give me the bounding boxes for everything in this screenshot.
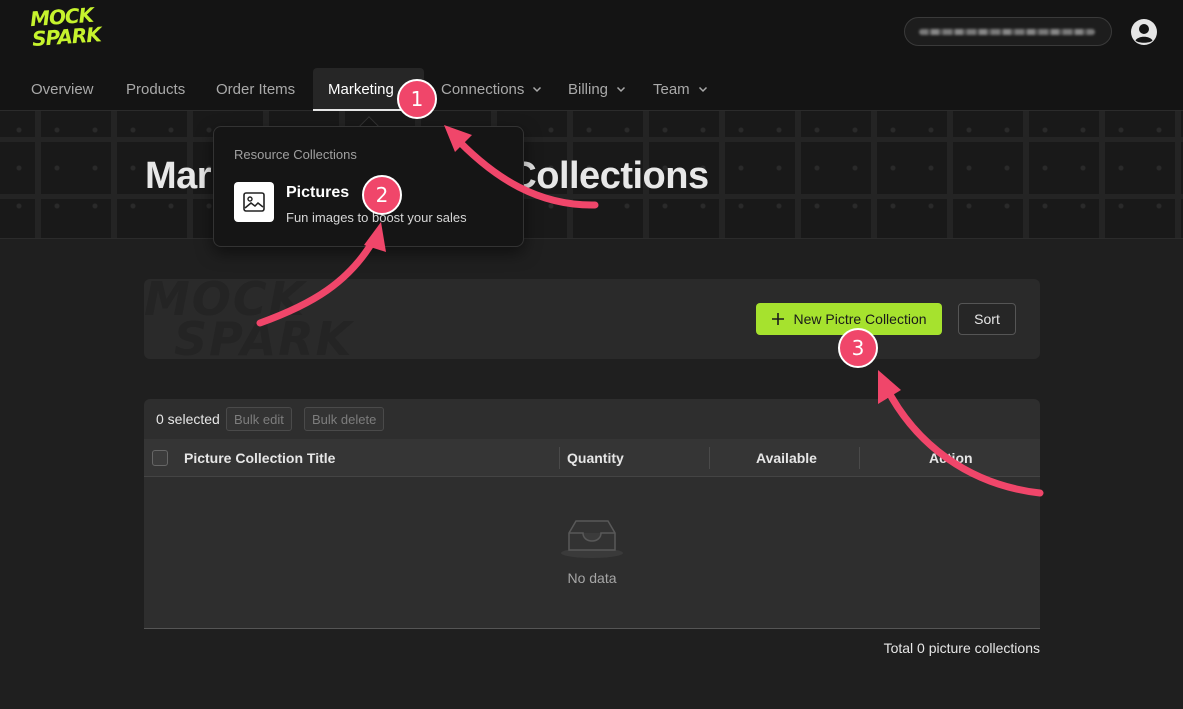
table-header: Picture Collection Title Quantity Availa…: [144, 439, 1040, 477]
column-divider: [709, 447, 710, 469]
user-avatar-icon[interactable]: [1130, 18, 1158, 46]
selected-count: 0 selected: [156, 411, 220, 427]
empty-inbox-icon: [561, 520, 623, 558]
table-bottom-border: [144, 628, 1040, 629]
collections-table: 0 selected Bulk edit Bulk delete Picture…: [144, 399, 1040, 629]
new-button-label: New Pictre Collection: [793, 311, 927, 327]
nav-item-team[interactable]: Team: [653, 68, 708, 110]
plus-icon: [772, 313, 785, 325]
dropdown-item-pictures[interactable]: Pictures: [286, 184, 349, 202]
bulk-edit-button[interactable]: Bulk edit: [226, 407, 292, 431]
chevron-down-icon: [698, 86, 707, 93]
account-switcher[interactable]: [904, 17, 1112, 46]
nav-label: Team: [653, 80, 690, 98]
nav-label: Overview: [31, 80, 94, 98]
nav-item-overview[interactable]: Overview: [31, 68, 94, 110]
nav-item-connections[interactable]: Connections: [441, 68, 542, 110]
nav-label: Marketing: [328, 80, 394, 98]
annotation-badge-3: 3: [838, 328, 878, 368]
sort-button[interactable]: Sort: [958, 303, 1016, 335]
watermark-logo: MOCK SPARK: [144, 279, 353, 359]
bulk-delete-button[interactable]: Bulk delete: [304, 407, 385, 431]
chevron-down-icon: [533, 86, 542, 93]
nav-label: Products: [126, 80, 186, 98]
column-divider: [859, 447, 860, 469]
select-all-checkbox[interactable]: [152, 450, 168, 466]
bulk-actions-bar: 0 selected Bulk edit Bulk delete: [144, 399, 1040, 439]
nav-label: Billing: [568, 80, 609, 98]
nav-item-products[interactable]: Products: [126, 68, 185, 110]
column-available[interactable]: Available: [756, 450, 817, 466]
annotation-badge-2: 2: [362, 175, 402, 215]
image-icon[interactable]: [234, 182, 274, 222]
column-action: Action: [929, 450, 973, 466]
annotation-badge-1: 1: [397, 79, 437, 119]
dropdown-group-label: Resource Collections: [234, 147, 357, 162]
page-hero: Marketing Resource Collections: [0, 111, 1183, 239]
column-quantity[interactable]: Quantity: [567, 450, 624, 466]
nav-item-order-items[interactable]: Order Items: [216, 68, 295, 110]
chevron-down-icon: [617, 86, 626, 93]
watermark-line-2: SPARK: [174, 312, 354, 359]
top-header: MOCK SPARK Overview Products Order Items…: [0, 0, 1183, 111]
nav-label: Order Items: [216, 80, 296, 98]
nav-item-billing[interactable]: Billing: [568, 68, 626, 110]
blurred-account-name: [919, 28, 1095, 35]
empty-state-text: No data: [567, 570, 617, 586]
nav-label: Connections: [441, 80, 525, 98]
column-divider: [559, 447, 560, 469]
logo-line-2: SPARK: [31, 22, 102, 52]
mockspark-logo[interactable]: MOCK SPARK: [29, 3, 120, 54]
total-count: Total 0 picture collections: [883, 640, 1040, 656]
column-title[interactable]: Picture Collection Title: [184, 450, 335, 466]
